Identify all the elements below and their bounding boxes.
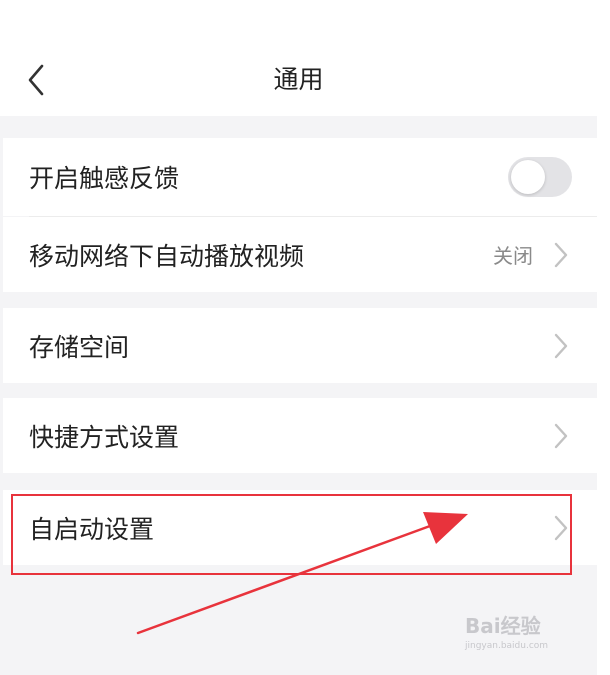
watermark-url: jingyan.baidu.com [465, 641, 549, 651]
chevron-right-icon [554, 333, 568, 358]
watermark: Bai经验 jingyan.baidu.com [465, 610, 585, 651]
setting-label: 自启动设置 [29, 514, 155, 544]
chevron-right-icon [554, 242, 568, 267]
right-edge [597, 0, 610, 675]
haptic-toggle-switch[interactable] [508, 157, 572, 197]
setting-label: 存储空间 [29, 332, 130, 362]
setting-value: 关闭 [493, 244, 533, 268]
setting-row-autostart[interactable]: 自启动设置 [3, 490, 597, 565]
setting-label: 开启触感反馈 [29, 164, 180, 193]
nav-bar: 通用 [0, 0, 597, 116]
chevron-right-icon [554, 423, 568, 448]
setting-row-autoplay-video[interactable]: 移动网络下自动播放视频 关闭 [3, 217, 597, 292]
setting-row-haptic-feedback[interactable]: 开启触感反馈 [3, 138, 597, 216]
setting-row-storage[interactable]: 存储空间 [3, 308, 597, 383]
chevron-right-icon [554, 515, 568, 540]
setting-label: 移动网络下自动播放视频 [29, 241, 305, 271]
toggle-knob [511, 160, 545, 194]
setting-row-shortcut[interactable]: 快捷方式设置 [3, 398, 597, 473]
page-title: 通用 [273, 65, 324, 94]
watermark-brand: Bai经验 [465, 614, 541, 638]
setting-label: 快捷方式设置 [29, 422, 180, 452]
